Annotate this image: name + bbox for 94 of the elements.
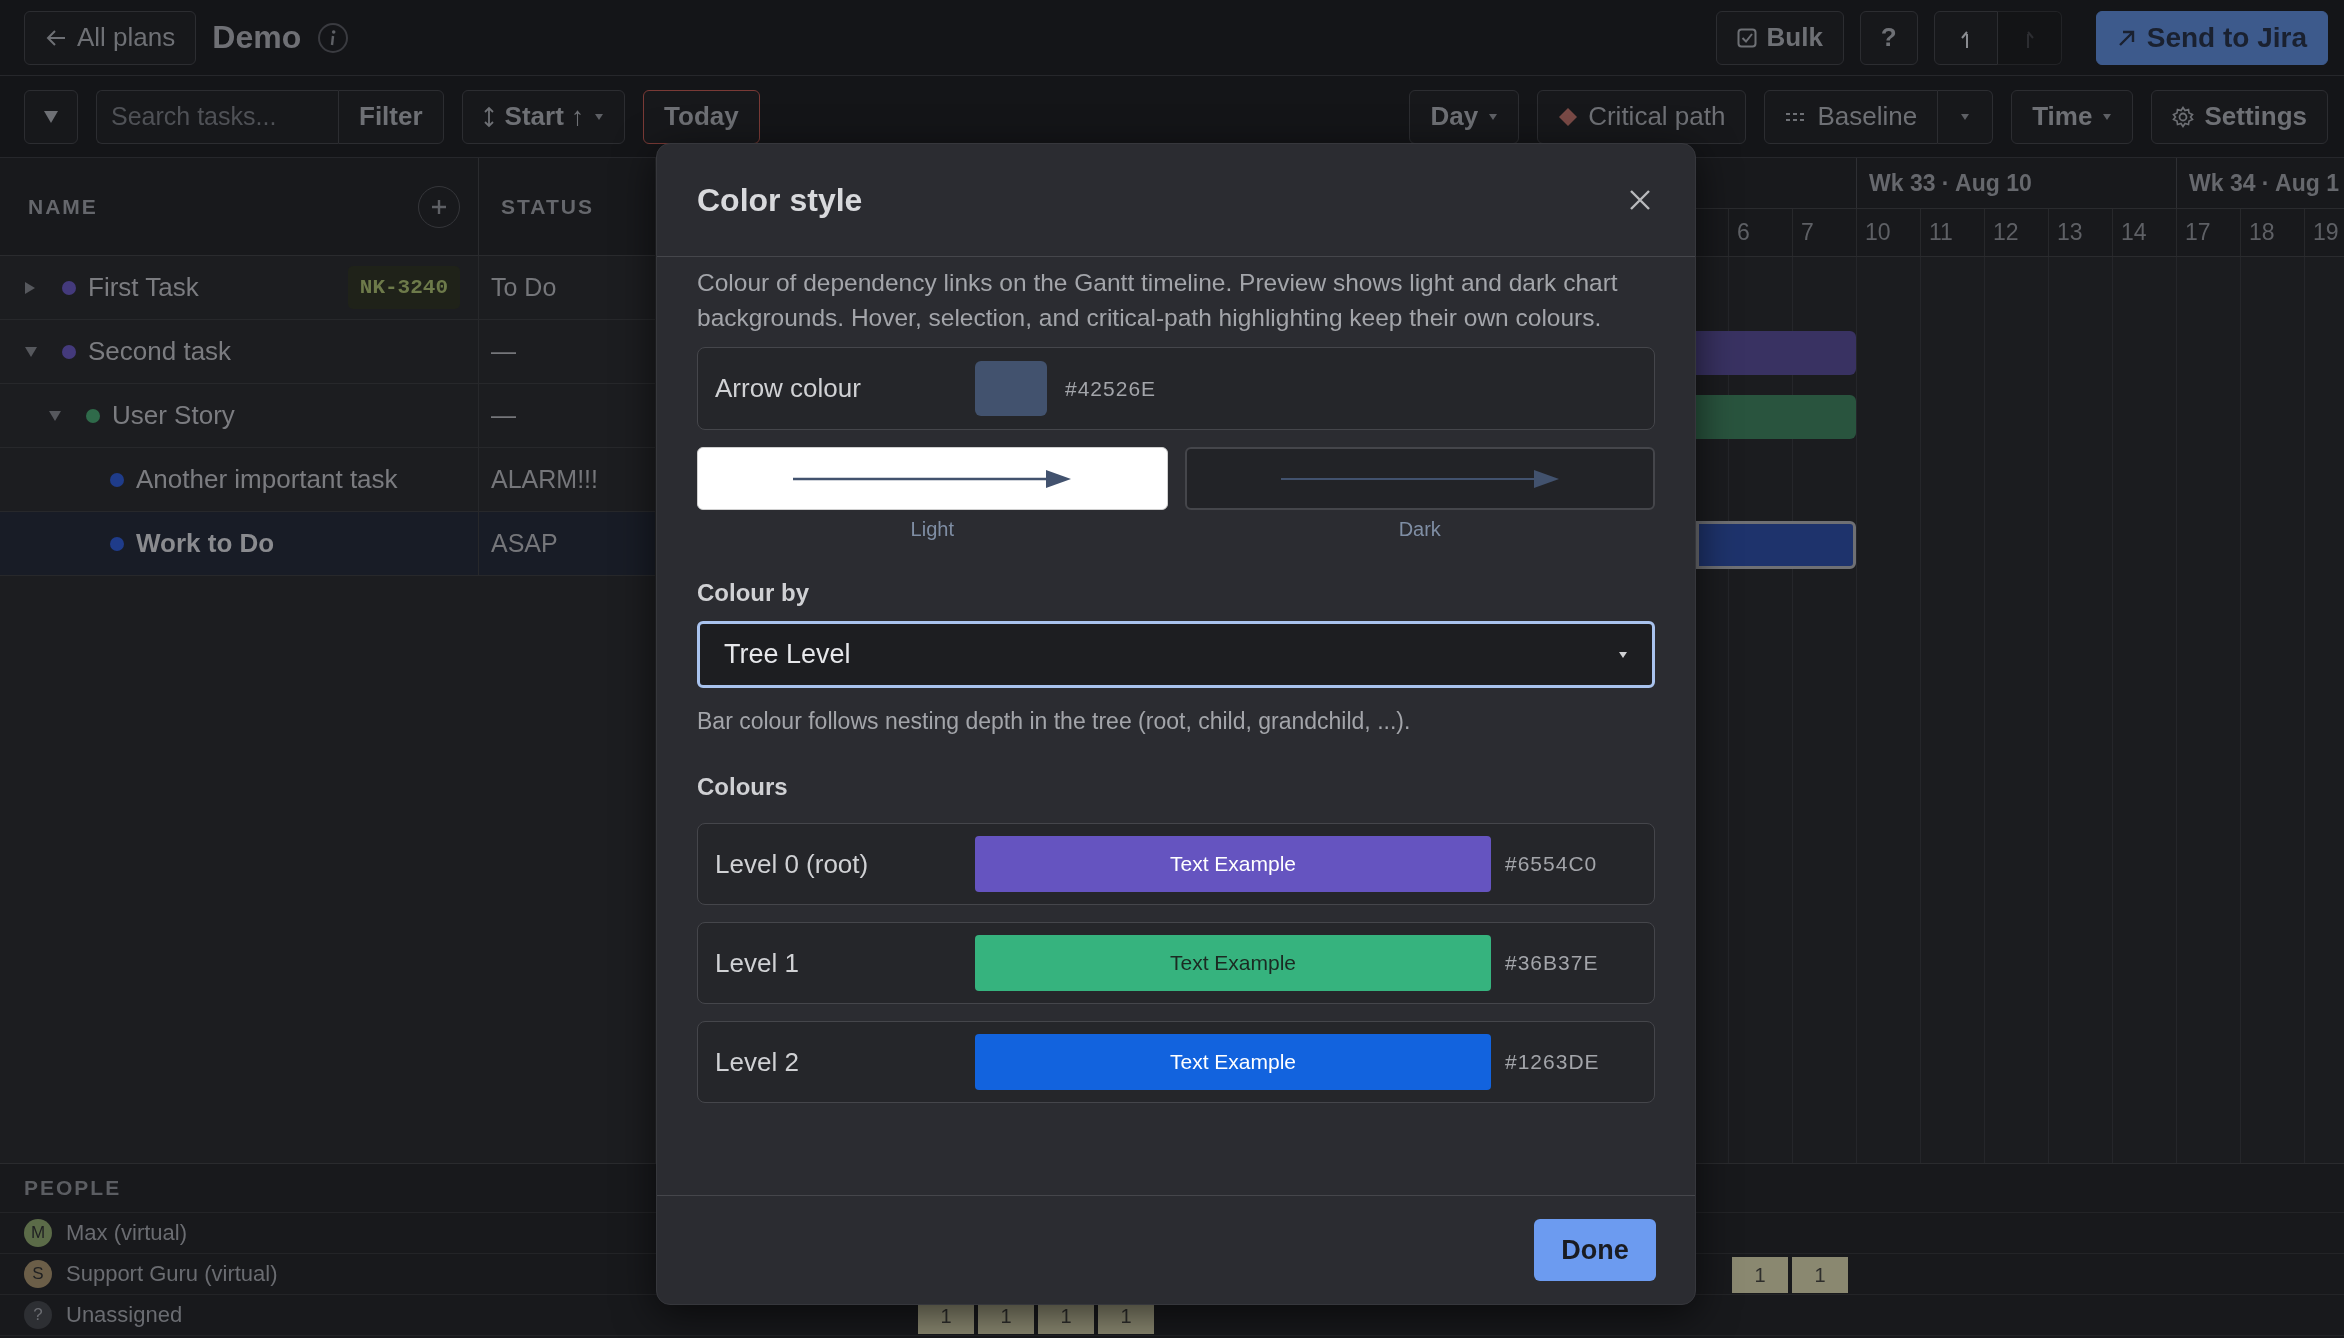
- search-field[interactable]: Search tasks...: [96, 89, 338, 144]
- day-label: 18: [2240, 209, 2304, 256]
- person-name: Unassigned: [66, 1302, 183, 1328]
- hex-value: #1263DE: [1505, 1050, 1600, 1074]
- time-select[interactable]: Time: [2011, 89, 2134, 144]
- baseline-button[interactable]: Baseline: [1764, 89, 1939, 144]
- today-button[interactable]: Today: [643, 89, 760, 144]
- section-label: Colour by: [697, 579, 810, 607]
- plan-title: Demo: [212, 19, 302, 56]
- week-label: Wk 33 · Aug 10: [1856, 158, 2176, 208]
- avatar: M: [24, 1219, 52, 1247]
- section-label: Colours: [697, 773, 789, 801]
- caret-icon: [1960, 112, 1971, 121]
- caret-icon: [594, 112, 605, 121]
- caret-icon: [1488, 112, 1499, 121]
- critical-path-button[interactable]: Critical path: [1537, 89, 1747, 144]
- filter-toggle-button[interactable]: [24, 89, 78, 144]
- sort-button[interactable]: Start ↑: [461, 89, 626, 144]
- description: Colour of dependency links on the Gantt timeline. Preview shows light and dark chart backgrounds. Hover, selection, and critical-path highlighting keep their own colours.: [697, 268, 1619, 333]
- week-label: Wk 34 · Aug 1: [2176, 158, 2344, 208]
- load-cell: 1: [1792, 1257, 1848, 1293]
- level-label: Level 0 (root): [715, 848, 870, 880]
- load-cell: 1: [1732, 1257, 1788, 1293]
- sort-icon: [482, 105, 495, 128]
- scale-select[interactable]: Day: [1409, 89, 1520, 144]
- task-name: User Story: [112, 400, 235, 431]
- caret-down-icon: [43, 109, 59, 124]
- day-label: 6: [1728, 209, 1792, 256]
- done-button[interactable]: Done: [1534, 1219, 1656, 1281]
- task-row[interactable]: Second task —: [0, 320, 655, 384]
- info-icon[interactable]: [317, 21, 350, 54]
- task-name: Work to Do: [136, 528, 275, 559]
- task-row[interactable]: User Story —: [0, 384, 655, 448]
- undo-button[interactable]: [1933, 10, 1998, 65]
- column-header: NAME: [28, 194, 98, 219]
- colour-swatch[interactable]: Text Example: [975, 1034, 1491, 1090]
- field-label: Arrow colour: [715, 373, 862, 404]
- level-label: Level 1: [715, 947, 800, 979]
- status-text: ALARM!!!: [491, 465, 598, 494]
- task-row[interactable]: First Task NK-3240 To Do: [0, 256, 655, 320]
- checkbox-icon: [1736, 27, 1757, 48]
- diamond-icon: [1558, 106, 1579, 127]
- plus-icon: [430, 197, 448, 216]
- avatar: ?: [24, 1301, 52, 1329]
- hex-value: #36B37E: [1505, 951, 1599, 975]
- avatar: S: [24, 1260, 52, 1288]
- level-label: Level 2: [715, 1046, 800, 1078]
- status-text: —: [491, 337, 516, 366]
- day-label: 14: [2112, 209, 2176, 256]
- colour-swatch[interactable]: Text Example: [975, 836, 1491, 892]
- preview-label: Light: [910, 518, 954, 541]
- status-text: To Do: [491, 273, 557, 302]
- day-label: 19: [2304, 209, 2344, 256]
- filter-button[interactable]: Filter: [338, 89, 444, 144]
- hint-text: Bar colour follows nesting depth in the tree (root, child, grandchild, ...).: [697, 708, 1412, 735]
- caret-down-icon[interactable]: [48, 409, 62, 422]
- status-text: —: [491, 401, 516, 430]
- colour-swatch[interactable]: [975, 361, 1047, 416]
- person-name: Max (virtual): [66, 1220, 187, 1246]
- task-bar[interactable]: [1696, 331, 1856, 375]
- settings-button[interactable]: Settings: [2151, 89, 2328, 144]
- task-name: Another important task: [136, 464, 398, 495]
- colour-swatch[interactable]: Text Example: [975, 935, 1491, 991]
- dialog-title: Color style: [697, 181, 863, 219]
- column-header: STATUS: [501, 194, 594, 219]
- task-name: Second task: [88, 336, 232, 367]
- task-row[interactable]: Work to Do ASAP: [0, 512, 655, 576]
- day-label: 11: [1920, 209, 1984, 256]
- task-bar[interactable]: [1696, 395, 1856, 439]
- help-button[interactable]: ?: [1859, 10, 1918, 65]
- caret-icon: [2102, 112, 2113, 121]
- baseline-menu-button[interactable]: [1938, 89, 1994, 144]
- bulk-button[interactable]: Bulk: [1715, 10, 1844, 65]
- day-label: 12: [1984, 209, 2048, 256]
- task-name: First Task: [88, 272, 199, 303]
- preview-label: Dark: [1398, 518, 1441, 541]
- colour-by-select[interactable]: Tree Level: [697, 621, 1655, 688]
- task-bar[interactable]: [1696, 521, 1856, 569]
- hex-value: #6554C0: [1505, 852, 1598, 876]
- day-label: 7: [1792, 209, 1856, 256]
- day-label: 17: [2176, 209, 2240, 256]
- send-button[interactable]: Send to Jira: [2095, 10, 2328, 65]
- hex-value: #42526E: [1065, 376, 1157, 401]
- close-icon: [1629, 189, 1651, 211]
- status-text: ASAP: [491, 529, 558, 558]
- back-button[interactable]: All plans: [24, 10, 197, 65]
- day-label: 13: [2048, 209, 2112, 256]
- caret-right-icon[interactable]: [24, 280, 36, 295]
- day-label: 10: [1856, 209, 1920, 256]
- person-name: Support Guru (virtual): [66, 1261, 278, 1287]
- settings-icon: [2172, 105, 2195, 128]
- caret-icon: [1618, 650, 1628, 659]
- issue-key: NK-3240: [347, 266, 460, 309]
- caret-down-icon[interactable]: [24, 345, 38, 358]
